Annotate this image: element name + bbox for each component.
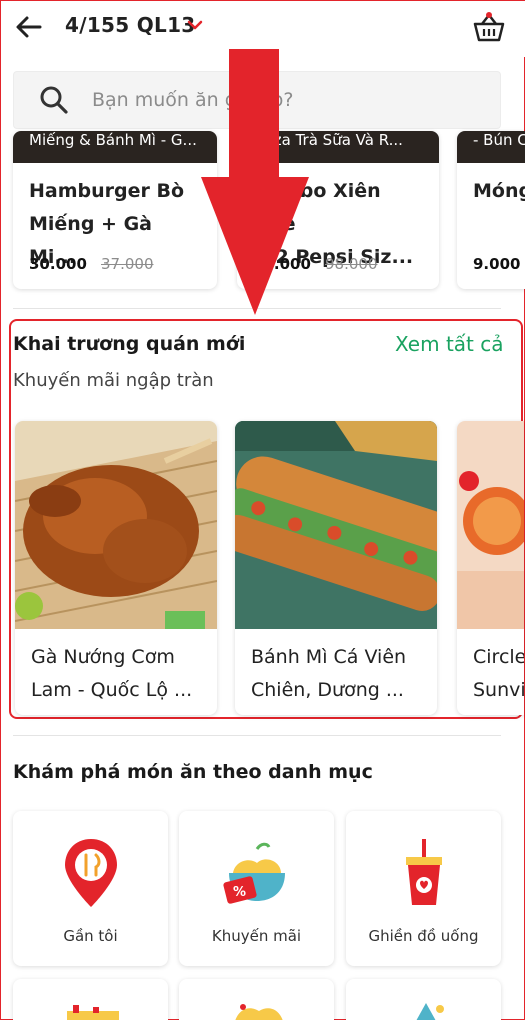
restaurant-card[interactable]: Circle Sunvi xyxy=(457,421,524,715)
food-banner: Miếng & Bánh Mì - G... xyxy=(13,131,217,163)
restaurant-card[interactable]: Bánh Mì Cá Viên Chiên, Dương ... xyxy=(235,421,437,715)
category-label: Gần tôi xyxy=(63,927,118,945)
restaurant-card[interactable]: Gà Nướng Cơm Lam - Quốc Lộ ... xyxy=(15,421,217,715)
food-banner: - Bún C xyxy=(457,131,525,163)
food-icon xyxy=(235,1004,283,1020)
category-label: Ghiền đồ uống xyxy=(368,927,479,945)
section-divider xyxy=(13,308,501,309)
map-pin-icon xyxy=(65,839,117,907)
food-price: 30.000 xyxy=(29,255,87,273)
search-icon xyxy=(40,86,68,114)
food-card[interactable]: Pizza Trà Sữa Và R... Combo Xiên Que + 2… xyxy=(237,131,439,289)
arrow-left-icon[interactable] xyxy=(13,11,45,43)
section-divider xyxy=(13,735,501,736)
chevron-down-icon[interactable] xyxy=(187,19,203,31)
food-price: 79.000 xyxy=(253,255,311,273)
restaurant-name: Bánh Mì Cá Viên Chiên, Dương ... xyxy=(251,646,407,701)
food-icon xyxy=(416,1003,444,1020)
category-promotion[interactable]: % Khuyến mãi xyxy=(179,811,334,966)
category-card[interactable] xyxy=(13,979,168,1020)
category-label: Khuyến mãi xyxy=(211,927,302,945)
food-price: 9.000 xyxy=(473,255,521,273)
food-banner: Pizza Trà Sữa Và R... xyxy=(237,131,439,163)
food-card[interactable]: Miếng & Bánh Mì - G... Hamburger Bò Miến… xyxy=(13,131,217,289)
food-old-price: 98.000 xyxy=(325,255,378,273)
food-old-price: 37.000 xyxy=(101,255,154,273)
food-card[interactable]: - Bún C Móng 9.000 xyxy=(457,131,525,289)
svg-text:%: % xyxy=(233,885,246,900)
food-icon xyxy=(67,1005,119,1020)
category-near-me[interactable]: Gần tôi xyxy=(13,811,168,966)
restaurant-image xyxy=(235,421,437,629)
section-subtitle: Khuyến mãi ngập tràn xyxy=(13,370,214,391)
basket-icon[interactable] xyxy=(471,9,507,45)
food-name: Móng xyxy=(473,180,525,202)
restaurant-name: Circle Sunvi xyxy=(473,646,524,701)
see-all-link[interactable]: Xem tất cả xyxy=(395,332,504,356)
restaurant-image xyxy=(457,421,524,629)
section-title: Khai trương quán mới xyxy=(13,333,246,355)
search-bar[interactable] xyxy=(13,71,501,129)
category-drinks[interactable]: Ghiền đồ uống xyxy=(346,811,501,966)
delivery-address[interactable]: 4/155 QL13 xyxy=(65,13,196,37)
discount-bowl-icon: % xyxy=(223,842,285,904)
restaurant-name: Gà Nướng Cơm Lam - Quốc Lộ ... xyxy=(31,646,193,701)
category-card[interactable] xyxy=(179,979,334,1020)
section-title: Khám phá món ăn theo danh mục xyxy=(13,761,373,783)
category-card[interactable] xyxy=(346,979,501,1020)
top-bar: 4/155 QL13 xyxy=(1,1,525,57)
search-input[interactable] xyxy=(92,82,482,118)
drink-cup-icon xyxy=(406,839,442,905)
restaurant-image xyxy=(15,421,217,629)
